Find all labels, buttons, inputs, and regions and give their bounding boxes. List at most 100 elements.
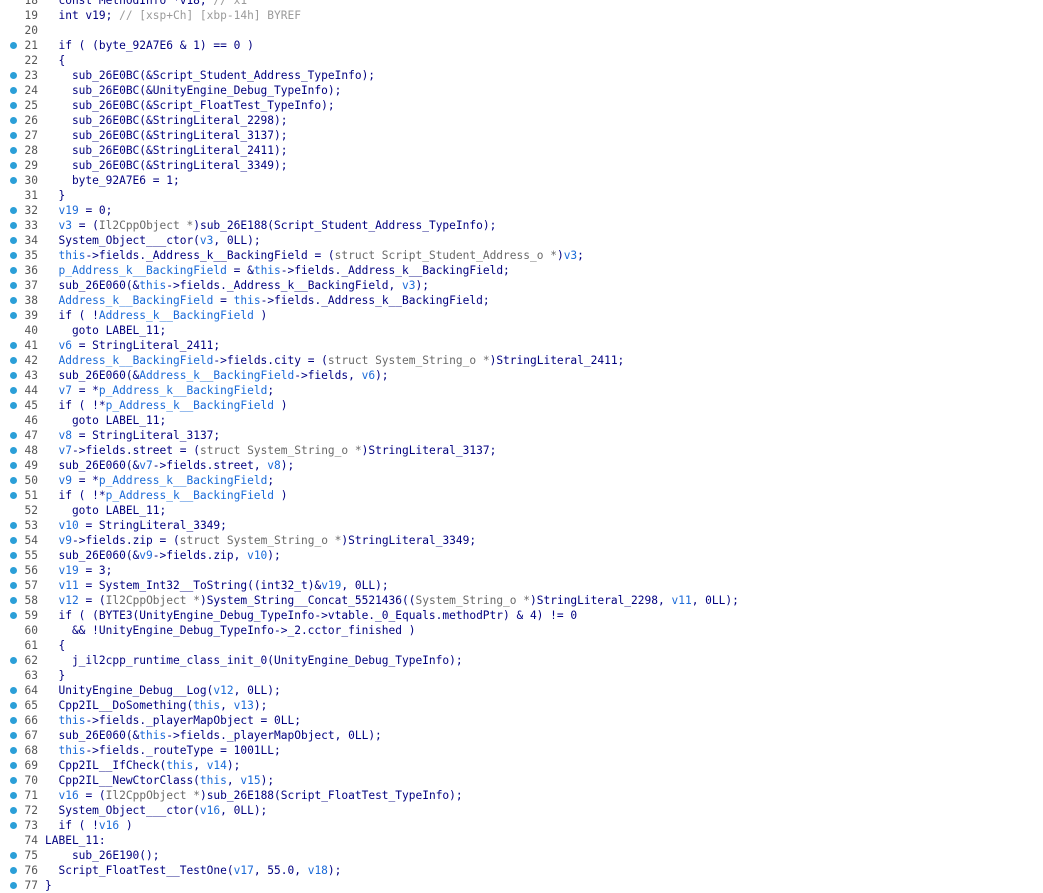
code-line[interactable]: 66 this->fields._playerMapObject = 0LL; xyxy=(0,713,1043,728)
code-variable[interactable]: v10 xyxy=(247,549,267,562)
code-line[interactable]: 63 } xyxy=(0,668,1043,683)
code-line[interactable]: 50 v9 = *p_Address_k__BackingField; xyxy=(0,473,1043,488)
breakpoint-marker-icon[interactable] xyxy=(10,807,17,814)
breakpoint-marker-icon[interactable] xyxy=(10,297,17,304)
code-line[interactable]: 21 if ( (byte_92A7E6 & 1) == 0 ) xyxy=(0,38,1043,53)
breakpoint-marker-icon[interactable] xyxy=(10,537,17,544)
code-line[interactable]: 23 sub_26E0BC(&Script_Student_Address_Ty… xyxy=(0,68,1043,83)
code-variable[interactable]: p_Address_k__BackingField xyxy=(106,489,274,502)
breakpoint-marker-icon[interactable] xyxy=(10,312,17,319)
code-line[interactable]: 28 sub_26E0BC(&StringLiteral_2411); xyxy=(0,143,1043,158)
breakpoint-marker-icon[interactable] xyxy=(10,387,17,394)
code-line[interactable]: 68 this->fields._routeType = 1001LL; xyxy=(0,743,1043,758)
code-line[interactable]: 36 p_Address_k__BackingField = &this->fi… xyxy=(0,263,1043,278)
code-variable[interactable]: v12 xyxy=(213,684,233,697)
code-variable[interactable]: this xyxy=(234,294,261,307)
code-variable[interactable]: this xyxy=(139,279,166,292)
code-line[interactable]: 59 if ( (BYTE3(UnityEngine_Debug_TypeInf… xyxy=(0,608,1043,623)
code-line[interactable]: 48 v7->fields.street = (struct System_St… xyxy=(0,443,1043,458)
breakpoint-marker-icon[interactable] xyxy=(10,732,17,739)
breakpoint-marker-icon[interactable] xyxy=(10,432,17,439)
code-variable[interactable]: v7 xyxy=(139,459,152,472)
code-line[interactable]: 27 sub_26E0BC(&StringLiteral_3137); xyxy=(0,128,1043,143)
breakpoint-marker-icon[interactable] xyxy=(10,267,17,274)
code-variable[interactable]: this xyxy=(193,699,220,712)
code-variable[interactable]: this xyxy=(254,264,281,277)
code-variable[interactable]: v19 xyxy=(58,204,78,217)
code-line[interactable]: 40 goto LABEL_11; xyxy=(0,323,1043,338)
breakpoint-marker-icon[interactable] xyxy=(10,462,17,469)
breakpoint-marker-icon[interactable] xyxy=(10,762,17,769)
code-line[interactable]: 38 Address_k__BackingField = this->field… xyxy=(0,293,1043,308)
code-variable[interactable]: Address_k__BackingField xyxy=(139,369,294,382)
code-line[interactable]: 77} xyxy=(0,878,1043,893)
breakpoint-marker-icon[interactable] xyxy=(10,102,17,109)
breakpoint-marker-icon[interactable] xyxy=(10,582,17,589)
code-variable[interactable]: v6 xyxy=(58,339,71,352)
code-variable[interactable]: v3 xyxy=(402,279,415,292)
code-line[interactable]: 71 v16 = (Il2CppObject *)sub_26E188(Scri… xyxy=(0,788,1043,803)
code-variable[interactable]: v6 xyxy=(362,369,375,382)
breakpoint-marker-icon[interactable] xyxy=(10,702,17,709)
breakpoint-marker-icon[interactable] xyxy=(10,252,17,259)
code-variable[interactable]: this xyxy=(166,759,193,772)
code-line[interactable]: 25 sub_26E0BC(&Script_FloatTest_TypeInfo… xyxy=(0,98,1043,113)
code-variable[interactable]: p_Address_k__BackingField xyxy=(106,399,274,412)
code-variable[interactable]: v11 xyxy=(671,594,691,607)
breakpoint-marker-icon[interactable] xyxy=(10,342,17,349)
code-line[interactable]: 53 v10 = StringLiteral_3349; xyxy=(0,518,1043,533)
breakpoint-marker-icon[interactable] xyxy=(10,177,17,184)
code-line[interactable]: 52 goto LABEL_11; xyxy=(0,503,1043,518)
code-line[interactable]: 20 xyxy=(0,23,1043,38)
code-variable[interactable]: v3 xyxy=(58,219,71,232)
code-variable[interactable]: this xyxy=(58,714,85,727)
code-variable[interactable]: v9 xyxy=(58,534,71,547)
breakpoint-marker-icon[interactable] xyxy=(10,372,17,379)
code-line[interactable]: 45 if ( !*p_Address_k__BackingField ) xyxy=(0,398,1043,413)
code-variable[interactable]: v16 xyxy=(58,789,78,802)
code-variable[interactable]: Address_k__BackingField xyxy=(99,309,254,322)
breakpoint-marker-icon[interactable] xyxy=(10,852,17,859)
breakpoint-marker-icon[interactable] xyxy=(10,87,17,94)
code-line[interactable]: 29 sub_26E0BC(&StringLiteral_3349); xyxy=(0,158,1043,173)
breakpoint-marker-icon[interactable] xyxy=(10,882,17,889)
code-line[interactable]: 24 sub_26E0BC(&UnityEngine_Debug_TypeInf… xyxy=(0,83,1043,98)
code-variable[interactable]: v16 xyxy=(200,804,220,817)
code-variable[interactable]: Address_k__BackingField xyxy=(58,354,213,367)
code-line[interactable]: 76 Script_FloatTest__TestOne(v17, 55.0, … xyxy=(0,863,1043,878)
code-variable[interactable]: this xyxy=(139,729,166,742)
code-line[interactable]: 18 const MethodInfo *v18; // x1 xyxy=(0,0,1043,8)
code-variable[interactable]: v19 xyxy=(321,579,341,592)
breakpoint-marker-icon[interactable] xyxy=(10,717,17,724)
code-line[interactable]: 62 j_il2cpp_runtime_class_init_0(UnityEn… xyxy=(0,653,1043,668)
code-variable[interactable]: v14 xyxy=(207,759,227,772)
code-variable[interactable]: v17 xyxy=(234,864,254,877)
code-line[interactable]: 73 if ( !v16 ) xyxy=(0,818,1043,833)
code-variable[interactable]: v10 xyxy=(58,519,78,532)
code-variable[interactable]: v3 xyxy=(564,249,577,262)
code-line[interactable]: 57 v11 = System_Int32__ToString((int32_t… xyxy=(0,578,1043,593)
code-variable[interactable]: this xyxy=(58,744,85,757)
breakpoint-marker-icon[interactable] xyxy=(10,657,17,664)
breakpoint-marker-icon[interactable] xyxy=(10,477,17,484)
code-variable[interactable]: v13 xyxy=(234,699,254,712)
breakpoint-marker-icon[interactable] xyxy=(10,567,17,574)
code-line[interactable]: 49 sub_26E060(&v7->fields.street, v8); xyxy=(0,458,1043,473)
code-line[interactable]: 33 v3 = (Il2CppObject *)sub_26E188(Scrip… xyxy=(0,218,1043,233)
code-line[interactable]: 19 int v19; // [xsp+Ch] [xbp-14h] BYREF xyxy=(0,8,1043,23)
code-line[interactable]: 55 sub_26E060(&v9->fields.zip, v10); xyxy=(0,548,1043,563)
code-variable[interactable]: Address_k__BackingField xyxy=(58,294,213,307)
code-line[interactable]: 54 v9->fields.zip = (struct System_Strin… xyxy=(0,533,1043,548)
code-variable[interactable]: p_Address_k__BackingField xyxy=(99,474,267,487)
code-line[interactable]: 44 v7 = *p_Address_k__BackingField; xyxy=(0,383,1043,398)
code-variable[interactable]: p_Address_k__BackingField xyxy=(99,384,267,397)
code-variable[interactable]: v8 xyxy=(267,459,280,472)
breakpoint-marker-icon[interactable] xyxy=(10,747,17,754)
code-line[interactable]: 61 { xyxy=(0,638,1043,653)
breakpoint-marker-icon[interactable] xyxy=(10,72,17,79)
breakpoint-marker-icon[interactable] xyxy=(10,447,17,454)
code-variable[interactable]: v15 xyxy=(240,774,260,787)
code-variable[interactable]: v3 xyxy=(200,234,213,247)
breakpoint-marker-icon[interactable] xyxy=(10,777,17,784)
breakpoint-marker-icon[interactable] xyxy=(10,117,17,124)
